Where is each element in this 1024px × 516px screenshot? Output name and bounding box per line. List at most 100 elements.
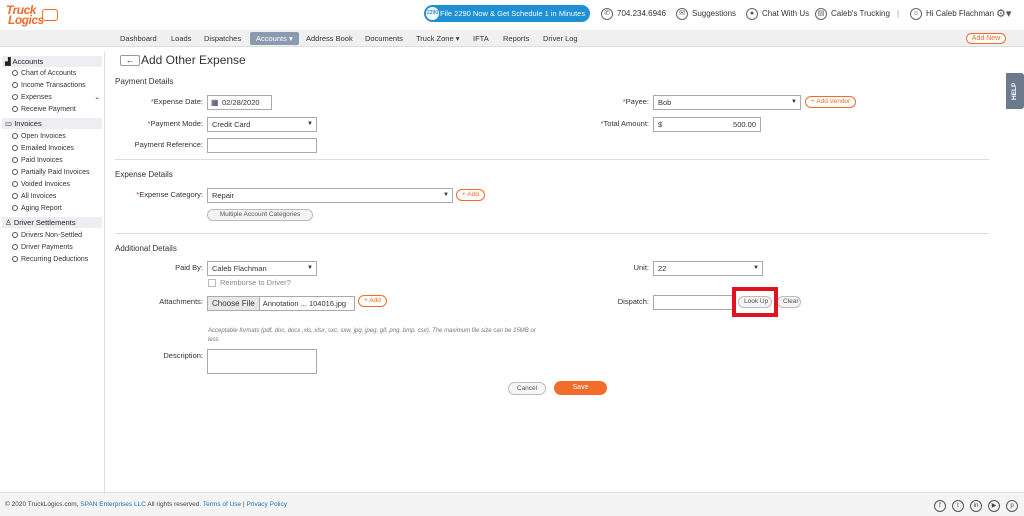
- chevron-down-icon: ▾: [455, 34, 460, 43]
- sidebar-head-invoices[interactable]: ▭ Invoices: [2, 118, 102, 129]
- bullet-icon: [12, 180, 18, 187]
- chevron-down-icon: ▼: [307, 121, 313, 127]
- back-button[interactable]: ←: [120, 55, 140, 66]
- user-menu[interactable]: ☺ Hi Caleb Flachman: [910, 8, 994, 20]
- add-vendor-button[interactable]: + Add Vendor: [805, 96, 857, 108]
- trucklogics-logo[interactable]: Truck Logics: [6, 3, 58, 27]
- sidebar-item-voided-invoices[interactable]: Voided Invoices: [12, 180, 70, 190]
- nav-loads[interactable]: Loads: [171, 33, 191, 44]
- nav-reports[interactable]: Reports: [503, 33, 529, 44]
- sidebar-item-drivers-non-settled[interactable]: Drivers Non-Settled: [12, 231, 82, 241]
- nav-address-book[interactable]: Address Book: [306, 33, 353, 44]
- add-attachment-button[interactable]: + Add: [358, 295, 387, 307]
- suggestions-icon: ✉: [676, 8, 688, 20]
- nav-ifta[interactable]: IFTA: [473, 33, 489, 44]
- chevron-down-icon: ▼: [443, 192, 449, 198]
- payee-select[interactable]: Bob ▼: [653, 95, 801, 110]
- twitter-icon[interactable]: t: [952, 500, 964, 512]
- sidebar-item-label: Paid Invoices: [21, 157, 63, 164]
- suggestions-link[interactable]: ✉ Suggestions: [676, 8, 736, 20]
- file-input[interactable]: Choose File Annotation ... 104016.jpg: [207, 296, 355, 311]
- section-divider: [115, 159, 989, 160]
- nav-truck-zone[interactable]: Truck Zone ▾: [416, 33, 460, 44]
- nav-driver-log[interactable]: Driver Log: [543, 33, 578, 44]
- paid-by-value: Caleb Flachman: [212, 264, 267, 273]
- sidebar-item-label: Partially Paid Invoices: [21, 169, 90, 176]
- dispatch-input[interactable]: [653, 295, 735, 310]
- sidebar-head-driver-settlements[interactable]: ♙ Driver Settlements: [2, 217, 102, 228]
- span-enterprises-link[interactable]: SPAN Enterprises LLC: [80, 501, 146, 508]
- payment-mode-select[interactable]: Credit Card ▼: [207, 117, 317, 132]
- description-label: Description:: [163, 351, 203, 360]
- main-content: ← Add Other Expense Payment Details *Exp…: [105, 47, 1024, 492]
- sidebar-item-aging-report[interactable]: Aging Report: [12, 204, 62, 214]
- save-button[interactable]: Save: [554, 381, 607, 395]
- nav-documents[interactable]: Documents: [365, 33, 403, 44]
- paid-by-select[interactable]: Caleb Flachman ▼: [207, 261, 317, 276]
- bullet-icon: [12, 231, 18, 238]
- sidebar-item-receive-payment[interactable]: Receive Payment: [12, 105, 76, 115]
- sidebar-item-label: Open Invoices: [21, 133, 66, 140]
- sidebar-item-chart-of-accounts[interactable]: Chart of Accounts: [12, 69, 76, 79]
- nav-accounts[interactable]: Accounts ▾: [250, 32, 299, 45]
- multiple-account-categories-button[interactable]: Multiple Account Categories: [207, 209, 313, 221]
- expense-date-label-text: Expense Date:: [153, 97, 203, 106]
- description-textarea[interactable]: [207, 349, 317, 374]
- nav-truck-zone-label: Truck Zone: [416, 34, 454, 43]
- pinterest-icon[interactable]: p: [1006, 500, 1018, 512]
- form-2290-promo-button[interactable]: 2290 File 2290 Now & Get Schedule 1 in M…: [424, 5, 590, 22]
- sidebar-item-all-invoices[interactable]: All Invoices: [12, 192, 56, 202]
- gear-icon[interactable]: ⚙▾: [996, 8, 1011, 20]
- sidebar-item-expenses[interactable]: Expenses ⌄: [12, 93, 100, 103]
- clear-button[interactable]: Clear: [777, 296, 801, 308]
- sidebar-item-label: Chart of Accounts: [21, 70, 77, 77]
- nav-accounts-label: Accounts: [256, 34, 287, 43]
- sidebar-item-driver-payments[interactable]: Driver Payments: [12, 243, 73, 253]
- payee-value: Bob: [658, 98, 672, 107]
- payment-mode-value: Credit Card: [212, 120, 251, 129]
- facebook-icon[interactable]: f: [934, 500, 946, 512]
- total-amount-value: 500.00: [733, 120, 756, 129]
- nav-dispatches[interactable]: Dispatches: [204, 33, 241, 44]
- payment-reference-input[interactable]: [207, 138, 317, 153]
- linkedin-icon[interactable]: in: [970, 500, 982, 512]
- choose-file-button[interactable]: Choose File: [208, 297, 260, 310]
- privacy-policy-link[interactable]: Privacy Policy: [247, 501, 287, 508]
- reimburse-checkbox[interactable]: [208, 279, 216, 287]
- cancel-button[interactable]: Cancel: [508, 382, 546, 395]
- section-expense-details: Expense Details: [115, 170, 173, 179]
- sidebar-item-emailed-invoices[interactable]: Emailed Invoices: [12, 144, 74, 154]
- sidebar-item-partially-paid-invoices[interactable]: Partially Paid Invoices: [12, 168, 89, 178]
- sidebar-item-label: Recurring Deductions: [21, 256, 89, 263]
- promo-text: File 2290 Now & Get Schedule 1 in Minute…: [440, 9, 586, 18]
- chat-link[interactable]: ● Chat With Us: [746, 8, 809, 20]
- chevron-down-icon: ▼: [791, 99, 797, 105]
- chat-label: Chat With Us: [762, 9, 810, 19]
- company-switcher[interactable]: ▤ Caleb's Trucking: [815, 8, 890, 20]
- bullet-icon: [12, 204, 18, 211]
- add-category-button[interactable]: + Add: [456, 189, 485, 201]
- total-amount-input[interactable]: $ 500.00: [653, 117, 761, 132]
- bullet-icon: [12, 105, 18, 112]
- expense-category-select[interactable]: Repair ▼: [207, 188, 453, 203]
- phone-link[interactable]: ✆ 704.234.6946: [601, 8, 666, 20]
- youtube-icon[interactable]: ▶: [988, 500, 1000, 512]
- terms-of-use-link[interactable]: Terms of Use: [203, 501, 241, 508]
- unit-select[interactable]: 22 ▼: [653, 261, 763, 276]
- nav-dashboard[interactable]: Dashboard: [120, 33, 157, 44]
- logo-line-2: Logics: [8, 13, 44, 27]
- sidebar-item-paid-invoices[interactable]: Paid Invoices: [12, 156, 63, 166]
- expense-category-label: *Expense Category:: [105, 188, 203, 202]
- sidebar-item-recurring-deductions[interactable]: Recurring Deductions: [12, 255, 88, 265]
- help-tab[interactable]: HELP: [1006, 73, 1024, 109]
- user-avatar-icon: ☺: [910, 8, 922, 20]
- add-new-button[interactable]: Add New: [966, 33, 1006, 44]
- sidebar-item-label: Driver Payments: [21, 244, 73, 251]
- expense-date-input[interactable]: ▦ 02/28/2020: [207, 95, 272, 110]
- sidebar-item-open-invoices[interactable]: Open Invoices: [12, 132, 66, 142]
- bullet-icon: [12, 69, 18, 76]
- topbar-separator: |: [897, 9, 900, 18]
- sidebar-head-accounts[interactable]: ▟ Accounts: [2, 56, 102, 67]
- bullet-icon: [12, 168, 18, 175]
- sidebar-item-income-transactions[interactable]: Income Transactions: [12, 81, 86, 91]
